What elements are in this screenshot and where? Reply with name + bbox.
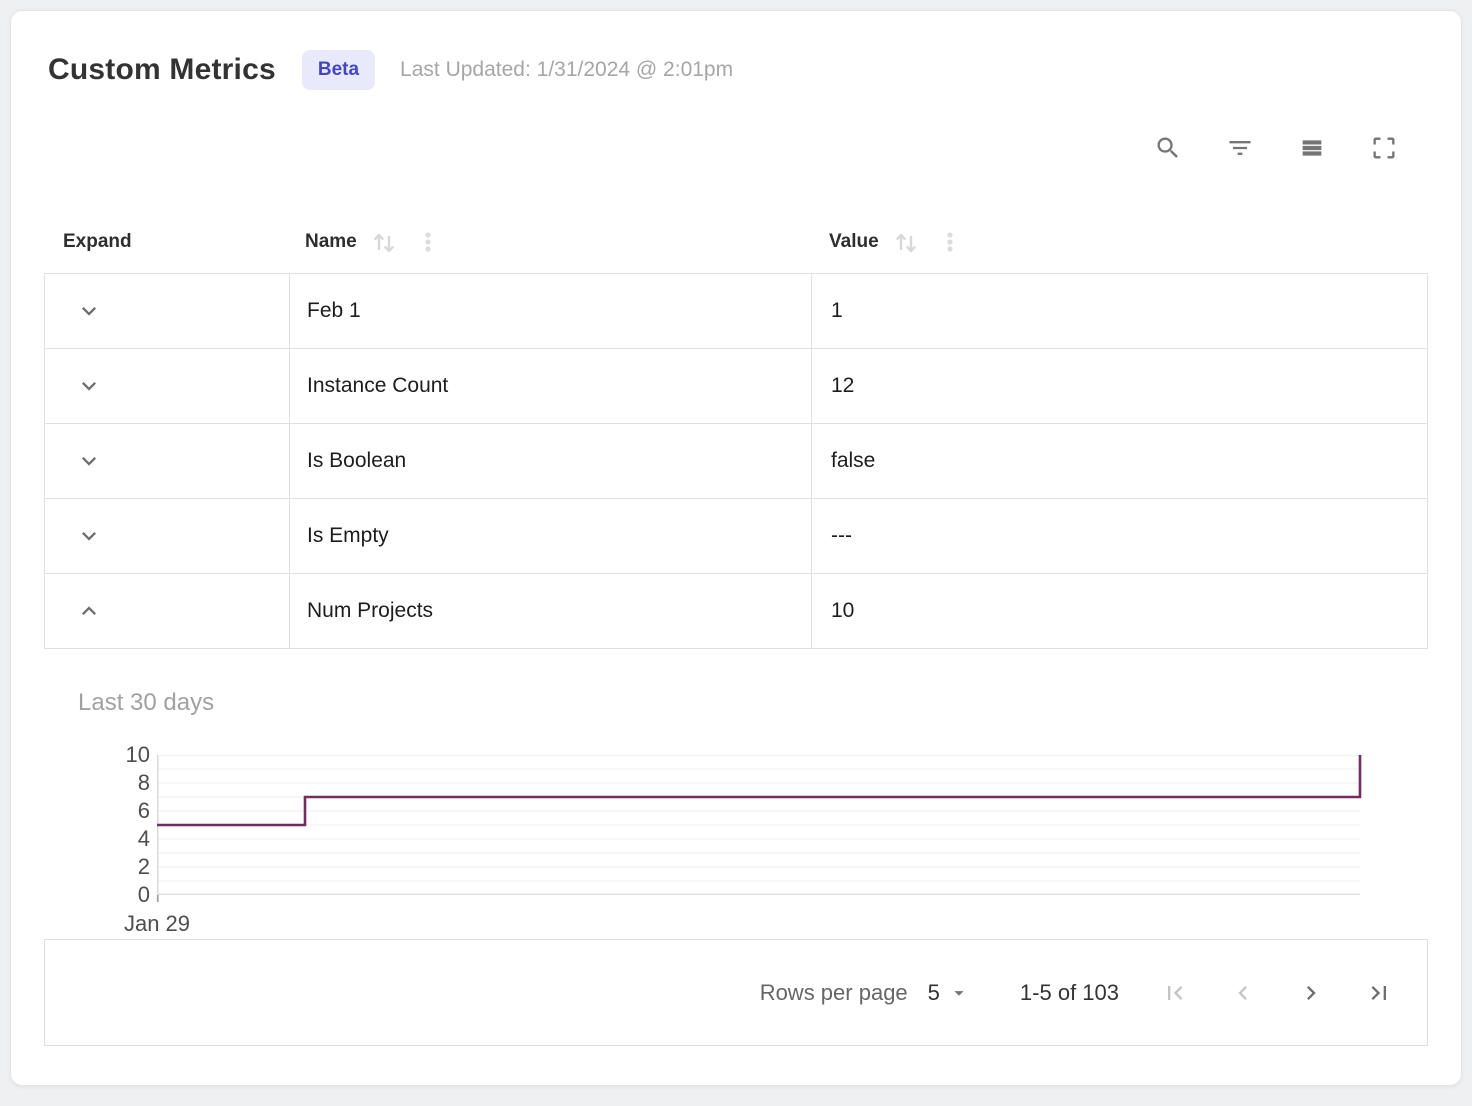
chevron-down-icon [75,522,103,550]
name-cell: Num Projects [289,574,811,648]
expand-cell [45,349,289,423]
chevron-up-icon [75,597,103,625]
table-row: Num Projects 10 [45,574,1427,648]
grid-footer: Rows per page 5 1-5 of 103 [44,939,1428,1046]
fullscreen-button[interactable] [1369,133,1399,163]
last-updated-text: Last Updated: 1/31/2024 @ 2:01pm [400,58,733,82]
metric-name: Is Empty [307,524,389,548]
metric-name: Num Projects [307,599,433,623]
chevron-right-icon [1297,979,1325,1007]
chevron-down-icon [75,447,103,475]
expand-toggle-button[interactable] [75,522,103,550]
fullscreen-icon [1370,134,1398,162]
grid-header-row: Expand Name Value [44,211,1428,273]
value-cell: --- [811,499,1427,573]
kebab-menu-icon [937,229,963,255]
expand-cell [45,574,289,648]
sort-value-button[interactable] [892,228,920,256]
column-header-name-label: Name [305,231,357,253]
chevron-left-icon [1229,979,1257,1007]
value-cell: false [811,424,1427,498]
column-header-value-label: Value [829,231,879,253]
table-row: Instance Count 12 [45,349,1427,424]
next-page-button[interactable] [1289,971,1333,1015]
metric-value: false [831,449,875,473]
data-grid: Expand Name Value [44,211,1428,895]
chart-plot: Jan 29 [157,755,1360,895]
expand-cell [45,274,289,348]
y-axis-tick-label: 2 [138,855,150,879]
sort-name-button[interactable] [370,228,398,256]
column-header-value[interactable]: Value [810,228,1428,256]
page-title: Custom Metrics [48,53,276,87]
column-header-name[interactable]: Name [288,228,810,256]
filter-button[interactable] [1225,133,1255,163]
expand-cell [45,499,289,573]
sort-arrows-icon [370,228,398,256]
x-axis-tick-label: Jan 29 [124,911,190,937]
name-cell: Instance Count [289,349,811,423]
chart-y-axis: 0246810 [44,755,157,895]
pager-buttons [1153,971,1401,1015]
grid-toolbar [11,133,1461,163]
search-button[interactable] [1153,133,1183,163]
beta-badge: Beta [302,50,375,90]
card-header: Custom Metrics Beta Last Updated: 1/31/2… [11,11,1461,93]
kebab-menu-icon [415,229,441,255]
first-page-icon [1161,979,1189,1007]
sort-arrows-icon [892,228,920,256]
column-header-expand: Expand [44,231,288,253]
y-axis-tick-label: 0 [138,883,150,907]
value-column-menu-button[interactable] [937,229,963,255]
rows-per-page-value: 5 [928,980,940,1006]
y-axis-tick-label: 4 [138,827,150,851]
y-axis-tick-label: 6 [138,799,150,823]
metric-name: Feb 1 [307,299,361,323]
density-button[interactable] [1297,133,1327,163]
table-row: Feb 1 1 [45,274,1427,349]
filter-icon [1226,134,1254,162]
table-body: Feb 1 1 Instance Count 12 [44,273,1428,649]
expand-toggle-button[interactable] [75,597,103,625]
expand-toggle-button[interactable] [75,372,103,400]
metric-value: 10 [831,599,854,623]
name-column-menu-button[interactable] [415,229,441,255]
expand-cell [45,424,289,498]
metric-value: --- [831,524,852,548]
value-cell: 10 [811,574,1427,648]
name-cell: Is Empty [289,499,811,573]
chart-title: Last 30 days [78,689,1428,717]
chart-area: 0246810 Jan 29 [44,755,1428,895]
column-header-expand-label: Expand [63,231,132,252]
name-cell: Is Boolean [289,424,811,498]
density-icon [1298,134,1326,162]
metric-name: Instance Count [307,374,448,398]
metric-value: 1 [831,299,843,323]
first-page-button[interactable] [1153,971,1197,1015]
detail-panel: Last 30 days 0246810 Jan 29 [44,689,1428,895]
last-page-icon [1365,979,1393,1007]
rows-per-page-select[interactable]: 5 [928,980,970,1006]
y-axis-tick-label: 10 [126,743,150,767]
value-cell: 12 [811,349,1427,423]
pagination-range-label: 1-5 of 103 [1020,980,1119,1006]
name-cell: Feb 1 [289,274,811,348]
rows-per-page-label: Rows per page [760,980,908,1006]
value-cell: 1 [811,274,1427,348]
table-row: Is Empty --- [45,499,1427,574]
metric-name: Is Boolean [307,449,406,473]
last-page-button[interactable] [1357,971,1401,1015]
expand-toggle-button[interactable] [75,297,103,325]
chevron-down-icon [75,297,103,325]
table-row: Is Boolean false [45,424,1427,499]
search-icon [1154,134,1182,162]
previous-page-button[interactable] [1221,971,1265,1015]
expand-toggle-button[interactable] [75,447,103,475]
chevron-down-icon [75,372,103,400]
dropdown-arrow-icon [948,982,970,1004]
metric-value: 12 [831,374,854,398]
y-axis-tick-label: 8 [138,771,150,795]
step-line-chart [157,755,1360,903]
custom-metrics-card: Custom Metrics Beta Last Updated: 1/31/2… [10,10,1462,1086]
